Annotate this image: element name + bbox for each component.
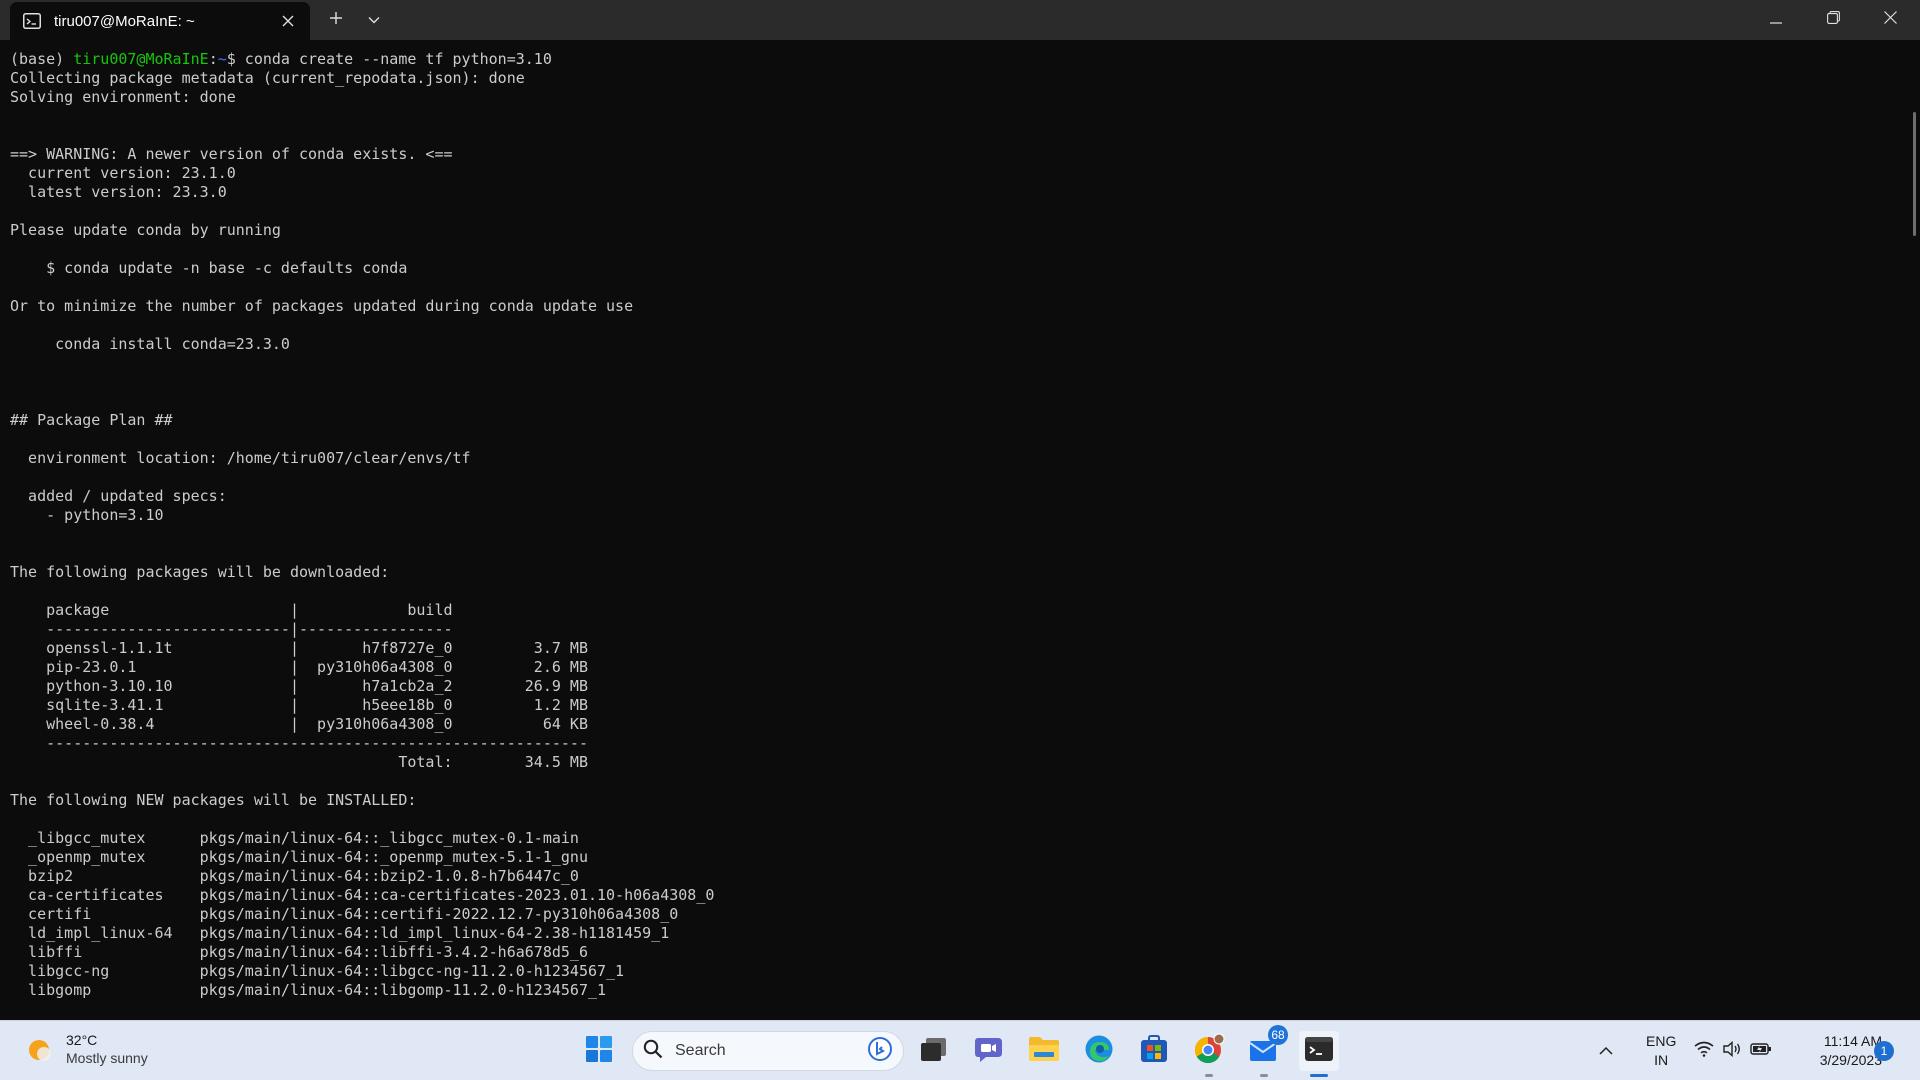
chevron-up-icon: [1599, 1042, 1613, 1060]
task-view-icon: [920, 1036, 948, 1067]
weather-condition: Mostly sunny: [66, 1050, 148, 1066]
terminal-scrollbar[interactable]: [1913, 112, 1916, 236]
terminal-tab-icon: [22, 11, 42, 31]
plus-icon: [329, 11, 343, 30]
edge-button[interactable]: [1079, 1031, 1119, 1071]
prompt-user: tiru007@MoRaInE: [73, 50, 209, 68]
terminal-active-indicator: [1310, 1074, 1328, 1077]
battery-icon: [1750, 1042, 1772, 1061]
mail-button[interactable]: 68: [1244, 1025, 1288, 1077]
chrome-button[interactable]: [1189, 1031, 1229, 1077]
language-line2: IN: [1654, 1052, 1669, 1068]
volume-icon: [1722, 1040, 1742, 1062]
close-icon[interactable]: [278, 11, 298, 31]
language-line1: ENG: [1646, 1033, 1677, 1049]
close-window-icon: [1883, 11, 1897, 29]
chrome-running-indicator: [1205, 1074, 1213, 1077]
show-hidden-icons-button[interactable]: [1591, 1031, 1621, 1071]
mail-badge: 68: [1268, 1025, 1288, 1045]
start-button[interactable]: [579, 1031, 619, 1071]
teams-chat-icon: [974, 1035, 1004, 1068]
terminal-text: (base) tiru007@MoRaInE:~$ conda create -…: [0, 40, 1920, 1000]
notification-badge[interactable]: 1: [1874, 1041, 1894, 1061]
weather-widget[interactable]: 32°C Mostly sunny: [24, 1031, 148, 1067]
prompt-prefix: (base): [10, 50, 74, 68]
taskbar: 32°C Mostly sunny Search 68 ENG IN 11:14…: [0, 1020, 1920, 1080]
prompt-separator: :: [208, 50, 218, 68]
prompt-command: $ conda create --name tf python=3.10: [226, 50, 552, 68]
terminal-icon: [1304, 1036, 1334, 1067]
store-icon: [1139, 1034, 1169, 1069]
prompt-path: ~: [217, 50, 227, 68]
terminal-tab[interactable]: tiru007@MoRaInE: ~: [10, 2, 310, 40]
clock-date: 3/29/2023: [1819, 1052, 1882, 1068]
taskbar-search[interactable]: Search: [632, 1031, 904, 1071]
language-indicator[interactable]: ENG IN: [1646, 1032, 1676, 1070]
command-output: Collecting package metadata (current_rep…: [10, 69, 715, 999]
search-placeholder: Search: [675, 1042, 726, 1059]
restore-icon: [1826, 11, 1840, 29]
restore-button[interactable]: [1805, 0, 1861, 40]
edge-icon: [1084, 1034, 1114, 1069]
task-view-button[interactable]: [914, 1031, 954, 1071]
windows-start-icon: [585, 1035, 613, 1068]
title-bar: tiru007@MoRaInE: ~: [0, 0, 1920, 40]
terminal-button[interactable]: [1299, 1031, 1339, 1077]
chrome-icon: [1193, 1033, 1225, 1070]
store-button[interactable]: [1134, 1031, 1174, 1071]
tab-title: tiru007@MoRaInE: ~: [54, 12, 195, 30]
quick-settings-button[interactable]: [1688, 1031, 1778, 1071]
chevron-down-icon: [368, 11, 380, 29]
system-clock[interactable]: 11:14 AM 3/29/2023: [1792, 1032, 1882, 1070]
close-window-button[interactable]: [1862, 0, 1918, 40]
terminal-output-area[interactable]: (base) tiru007@MoRaInE:~$ conda create -…: [0, 40, 1920, 1020]
weather-temperature: 32°C: [66, 1032, 98, 1048]
mail-running-indicator: [1260, 1074, 1268, 1077]
search-icon: [643, 1039, 663, 1064]
file-explorer-button[interactable]: [1024, 1031, 1064, 1071]
clock-time: 11:14 AM: [1823, 1033, 1882, 1049]
teams-chat-button[interactable]: [969, 1031, 1009, 1071]
wifi-icon: [1694, 1041, 1714, 1062]
minimize-icon: [1770, 11, 1782, 29]
minimize-button[interactable]: [1748, 0, 1804, 40]
weather-sun-icon: [24, 1034, 54, 1064]
new-tab-button[interactable]: [322, 0, 350, 40]
file-explorer-icon: [1028, 1035, 1060, 1068]
bing-icon[interactable]: [867, 1036, 893, 1067]
tab-dropdown-button[interactable]: [360, 0, 388, 40]
